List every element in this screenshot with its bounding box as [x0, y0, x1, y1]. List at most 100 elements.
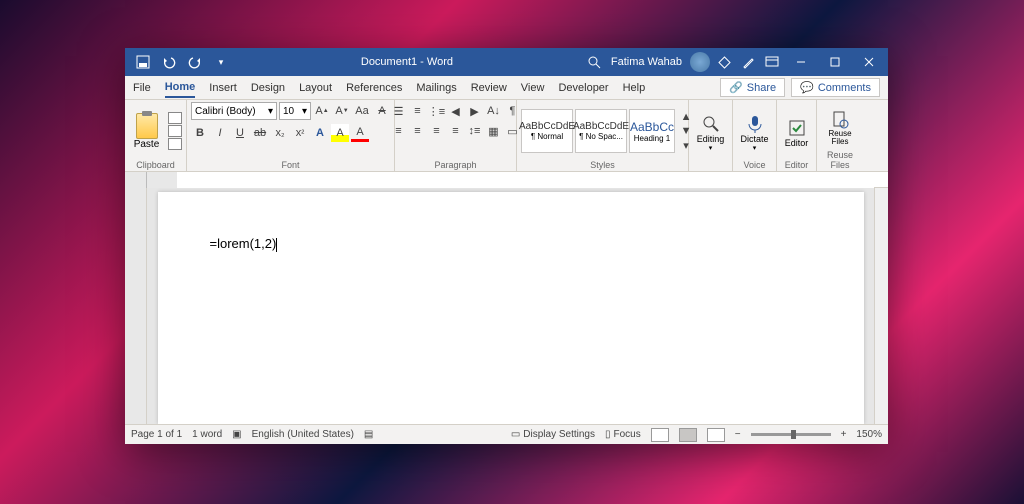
- cut-icon[interactable]: [168, 112, 182, 124]
- shrink-font-icon[interactable]: A▼: [333, 102, 351, 120]
- zoom-in-icon[interactable]: +: [841, 429, 847, 440]
- web-layout-icon[interactable]: [707, 428, 725, 442]
- document-page[interactable]: =lorem(1,2): [158, 192, 864, 424]
- font-color-icon[interactable]: A: [351, 124, 369, 142]
- increase-indent-icon[interactable]: ▶: [466, 102, 484, 120]
- clear-formatting-icon[interactable]: A: [373, 102, 391, 120]
- tab-layout[interactable]: Layout: [299, 79, 332, 97]
- tab-home[interactable]: Home: [165, 78, 196, 98]
- vertical-ruler[interactable]: [125, 188, 147, 424]
- focus-mode[interactable]: ▯ Focus: [605, 429, 641, 440]
- paragraph-group-label: Paragraph: [399, 160, 512, 171]
- numbering-icon[interactable]: ≡: [409, 102, 427, 120]
- editing-button[interactable]: Editing ▾: [693, 110, 728, 152]
- word-window: ▾ Document1 - Word Fatima Wahab File Hom…: [125, 48, 888, 444]
- bold-button[interactable]: B: [191, 124, 209, 142]
- spell-check-icon[interactable]: ▣: [232, 429, 241, 440]
- change-case-icon[interactable]: Aa: [353, 102, 371, 120]
- horizontal-ruler[interactable]: [125, 172, 888, 188]
- display-settings[interactable]: ▭ Display Settings: [511, 429, 595, 440]
- tab-insert[interactable]: Insert: [209, 79, 237, 97]
- decrease-indent-icon[interactable]: ◀: [447, 102, 465, 120]
- document-text: =lorem(1,2): [210, 236, 277, 251]
- window-title: Document1 - Word: [231, 56, 583, 68]
- font-name-select[interactable]: Calibri (Body)▾: [191, 102, 277, 120]
- brush-icon[interactable]: [738, 52, 758, 72]
- tab-file[interactable]: File: [133, 79, 151, 97]
- copy-icon[interactable]: [168, 125, 182, 137]
- autosave-icon[interactable]: [133, 52, 153, 72]
- sort-icon[interactable]: A↓: [485, 102, 503, 120]
- diamond-icon[interactable]: [714, 52, 734, 72]
- font-size-select[interactable]: 10▾: [279, 102, 311, 120]
- superscript-button[interactable]: x²: [291, 124, 309, 142]
- avatar[interactable]: [690, 52, 710, 72]
- style-heading1[interactable]: AaBbCcHeading 1: [629, 109, 675, 153]
- editor-button[interactable]: Editor: [781, 114, 812, 148]
- justify-icon[interactable]: ≡: [447, 122, 465, 140]
- reuse-group-label: Reuse Files: [821, 150, 859, 171]
- underline-button[interactable]: U: [231, 124, 249, 142]
- multilevel-icon[interactable]: ⋮≡: [428, 102, 446, 120]
- subscript-button[interactable]: x₂: [271, 124, 289, 142]
- titlebar: ▾ Document1 - Word Fatima Wahab: [125, 48, 888, 76]
- ribbon-mode-icon[interactable]: [762, 52, 782, 72]
- tab-developer[interactable]: Developer: [558, 79, 608, 97]
- font-size-value: 10: [283, 106, 294, 117]
- print-layout-icon[interactable]: [679, 428, 697, 442]
- tab-mailings[interactable]: Mailings: [416, 79, 456, 97]
- voice-group-label: Voice: [737, 160, 772, 171]
- read-mode-icon[interactable]: [651, 428, 669, 442]
- search-icon[interactable]: [583, 52, 607, 72]
- text-cursor: [276, 238, 277, 252]
- redo-icon[interactable]: [185, 52, 205, 72]
- align-left-icon[interactable]: ≡: [390, 122, 408, 140]
- shading-icon[interactable]: ▦: [485, 122, 503, 140]
- share-button[interactable]: 🔗Share: [720, 78, 785, 97]
- highlight-icon[interactable]: A: [331, 124, 349, 142]
- tab-review[interactable]: Review: [471, 79, 507, 97]
- word-count[interactable]: 1 word: [192, 429, 222, 440]
- language-indicator[interactable]: English (United States): [252, 429, 354, 440]
- zoom-level[interactable]: 150%: [856, 429, 882, 440]
- font-group-label: Font: [191, 160, 390, 171]
- style-nospacing[interactable]: AaBbCcDdE¶ No Spac...: [575, 109, 627, 153]
- paste-button[interactable]: Paste: [129, 113, 164, 150]
- tab-design[interactable]: Design: [251, 79, 285, 97]
- format-painter-icon[interactable]: [168, 138, 182, 150]
- italic-button[interactable]: I: [211, 124, 229, 142]
- tab-help[interactable]: Help: [623, 79, 646, 97]
- maximize-button[interactable]: [820, 48, 850, 76]
- bullets-icon[interactable]: ☰: [390, 102, 408, 120]
- style-normal[interactable]: AaBbCcDdE¶ Normal: [521, 109, 573, 153]
- close-button[interactable]: [854, 48, 884, 76]
- zoom-slider[interactable]: [751, 433, 831, 436]
- dictate-button[interactable]: Dictate ▾: [737, 110, 772, 152]
- vertical-scrollbar[interactable]: [874, 188, 888, 424]
- line-spacing-icon[interactable]: ↕≡: [466, 122, 484, 140]
- editor-icon: [787, 118, 807, 138]
- text-effects-icon[interactable]: A: [311, 124, 329, 142]
- accessibility-icon[interactable]: ▤: [364, 429, 373, 440]
- align-right-icon[interactable]: ≡: [428, 122, 446, 140]
- dictate-label: Dictate: [740, 134, 768, 144]
- mic-icon: [745, 114, 765, 134]
- minimize-button[interactable]: [786, 48, 816, 76]
- share-label: Share: [747, 82, 776, 94]
- reuse-files-button[interactable]: Reuse Files: [821, 106, 859, 146]
- tab-view[interactable]: View: [521, 79, 545, 97]
- strikethrough-button[interactable]: ab: [251, 124, 269, 142]
- undo-icon[interactable]: [159, 52, 179, 72]
- tab-references[interactable]: References: [346, 79, 402, 97]
- editing-label: Editing: [697, 134, 725, 144]
- styles-group-label: Styles: [521, 160, 684, 171]
- align-center-icon[interactable]: ≡: [409, 122, 427, 140]
- ribbon: Paste Clipboard Calibri (Body)▾ 10▾ A▲ A…: [125, 100, 888, 172]
- qat-more-icon[interactable]: ▾: [211, 52, 231, 72]
- grow-font-icon[interactable]: A▲: [313, 102, 331, 120]
- zoom-out-icon[interactable]: −: [735, 429, 741, 440]
- comments-button[interactable]: 💬Comments: [791, 78, 880, 97]
- page-indicator[interactable]: Page 1 of 1: [131, 429, 182, 440]
- status-bar: Page 1 of 1 1 word ▣ English (United Sta…: [125, 424, 888, 444]
- editor-group-label: Editor: [781, 160, 812, 171]
